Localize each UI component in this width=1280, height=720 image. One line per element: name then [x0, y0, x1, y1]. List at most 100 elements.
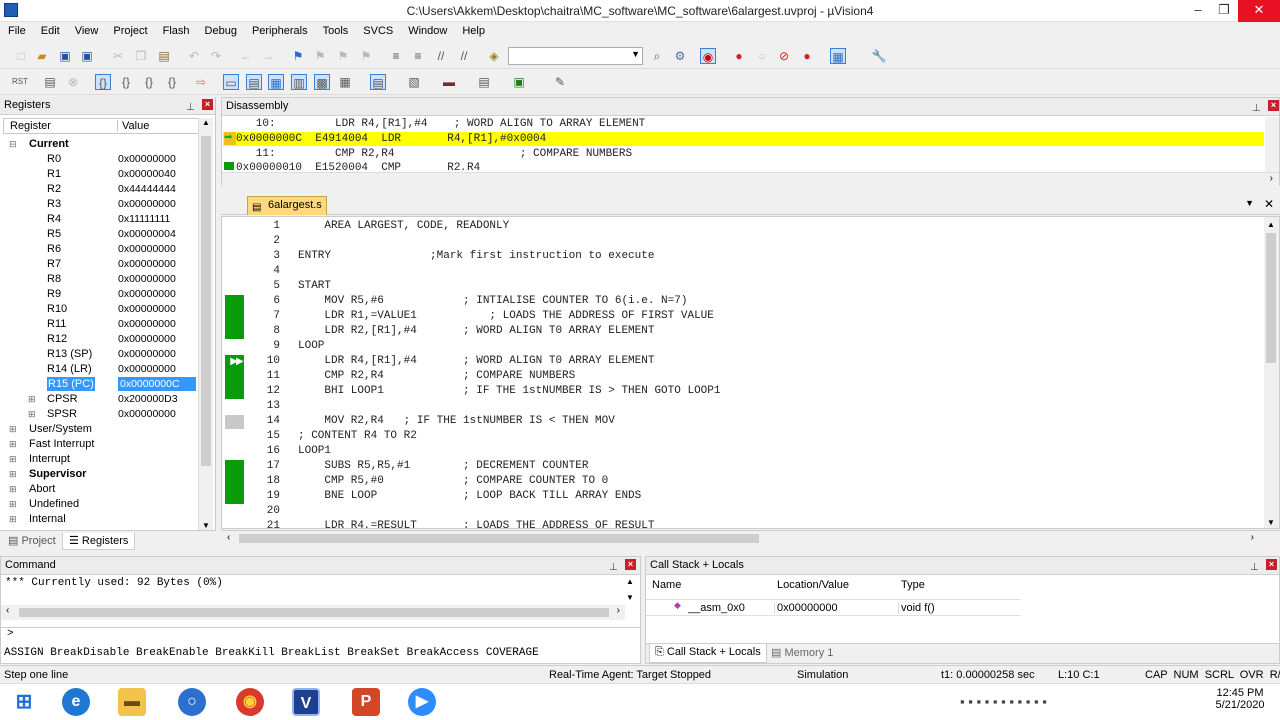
serial-window-icon[interactable]: ▧: [406, 74, 422, 90]
prev-bookmark-icon[interactable]: ⚑: [312, 48, 328, 64]
step-out-icon[interactable]: {}: [141, 74, 157, 90]
save-all-icon[interactable]: ▣: [79, 48, 95, 64]
register-value[interactable]: 0x00000000: [118, 272, 176, 286]
register-row[interactable]: R4 0x11111111: [0, 212, 200, 227]
tab-project[interactable]: ▤ Project: [2, 533, 62, 550]
code-line[interactable]: CMP R2,R4 ; COMPARE NUMBERS: [298, 370, 575, 382]
nav-back-icon[interactable]: ←: [238, 48, 254, 64]
scroll-right-icon[interactable]: ›: [1251, 532, 1254, 543]
code-line[interactable]: SUBS R5,R5,#1 ; DECREMENT COUNTER: [298, 460, 588, 472]
menu-window[interactable]: Window: [400, 22, 454, 37]
register-value[interactable]: 0x00000000: [118, 317, 176, 331]
trace-window-icon[interactable]: ▤: [476, 74, 492, 90]
scroll-left-icon[interactable]: ‹: [227, 532, 230, 543]
find-in-files-icon[interactable]: ◈: [486, 48, 502, 64]
location-column-header[interactable]: Location/Value: [777, 579, 849, 591]
type-column-header[interactable]: Type: [901, 579, 925, 591]
comment-icon[interactable]: //: [433, 48, 449, 64]
editor-hscroll[interactable]: ‹ ›: [221, 530, 1280, 546]
close-panel-icon[interactable]: ×: [625, 559, 636, 570]
register-row[interactable]: ⊞ SPSR 0x00000000: [0, 407, 200, 422]
system-viewer-icon[interactable]: ▣: [511, 74, 527, 90]
uncomment-icon[interactable]: //: [456, 48, 472, 64]
stop-icon[interactable]: ⊗: [65, 74, 81, 90]
find-combo[interactable]: ▼: [508, 47, 643, 65]
expand-icon[interactable]: ⊞: [9, 422, 17, 436]
scroll-thumb[interactable]: [239, 534, 759, 543]
scroll-up-icon[interactable]: ▲: [1267, 220, 1275, 229]
code-line[interactable]: ; CONTENT R4 TO R2: [298, 430, 417, 442]
scroll-down-icon[interactable]: ▼: [626, 593, 634, 602]
reset-icon[interactable]: RST: [12, 74, 28, 90]
disassembly-hscroll[interactable]: ›: [222, 172, 1279, 186]
register-value[interactable]: 0x00000000: [118, 407, 176, 421]
step-over-icon[interactable]: {}: [118, 74, 134, 90]
register-row[interactable]: R2 0x44444444: [0, 182, 200, 197]
scroll-up-icon[interactable]: ▲: [202, 118, 210, 127]
run-icon[interactable]: ▤: [42, 74, 58, 90]
clock[interactable]: 12:45 PM 5/21/2020: [1210, 687, 1270, 711]
find-icon[interactable]: ⌕: [649, 48, 665, 64]
tree-group[interactable]: ⊞ User/System: [0, 422, 200, 437]
copy-icon[interactable]: ❐: [133, 48, 149, 64]
scroll-left-icon[interactable]: ‹: [6, 605, 9, 616]
name-column-header[interactable]: Name: [652, 579, 681, 591]
uvision-taskbar-icon[interactable]: V: [292, 688, 320, 716]
scroll-thumb[interactable]: [1266, 233, 1276, 363]
command-window-icon[interactable]: ▭: [223, 74, 239, 90]
close-tab-icon[interactable]: ✕: [1264, 197, 1274, 211]
analysis-window-icon[interactable]: ▬: [441, 74, 457, 90]
register-value[interactable]: 0x00000040: [118, 167, 176, 181]
register-row[interactable]: R5 0x00000004: [0, 227, 200, 242]
system-tray-icons[interactable]: ▪ ▪ ▪ ▪ ▪ ▪ ▪ ▪ ▪ ▪ ▪: [960, 694, 1047, 709]
menu-svcs[interactable]: SVCS: [355, 22, 400, 37]
close-panel-icon[interactable]: ×: [1268, 100, 1279, 111]
register-row[interactable]: R8 0x00000000: [0, 272, 200, 287]
symbols-window-icon[interactable]: ▦: [268, 74, 284, 90]
code-line[interactable]: MOV R2,R4 ; IF THE 1stNUMBER IS < THEN M…: [298, 415, 614, 427]
register-value[interactable]: 0x200000D3: [118, 392, 178, 406]
register-value[interactable]: 0x00000000: [118, 197, 176, 211]
undo-icon[interactable]: ↶: [186, 48, 202, 64]
tab-memory-1[interactable]: ▤ Memory 1: [766, 644, 838, 663]
kill-breakpoints-icon[interactable]: ●: [799, 48, 815, 64]
toolbox-icon[interactable]: ✎: [552, 74, 568, 90]
code-line[interactable]: ENTRY ;Mark first instruction to execute: [298, 250, 654, 262]
disable-breakpoints-icon[interactable]: ⊘: [776, 48, 792, 64]
register-column-label[interactable]: Register: [10, 120, 51, 132]
code-line[interactable]: LDR R2,[R1],#4 ; WORD ALIGN T0 ARRAY ELE…: [298, 325, 654, 337]
register-value[interactable]: 0x11111111: [118, 212, 170, 226]
menu-file[interactable]: File: [0, 22, 33, 37]
expand-icon[interactable]: ⊞: [9, 482, 17, 496]
registers-scrollbar[interactable]: ▲ ▼: [198, 118, 213, 530]
enable-breakpoint-icon[interactable]: ○: [754, 48, 770, 64]
registers-window-icon[interactable]: ▥: [291, 74, 307, 90]
watch-window-icon[interactable]: ▦: [337, 74, 353, 90]
tab-registers[interactable]: ☰ Registers: [62, 533, 136, 550]
memory-window-icon[interactable]: ▤: [370, 74, 386, 90]
register-row[interactable]: R15 (PC) 0x0000000C: [0, 377, 200, 392]
tree-group[interactable]: ⊞ Undefined: [0, 497, 200, 512]
register-value[interactable]: 0x00000000: [118, 347, 176, 361]
bookmark-icon[interactable]: ⚑: [290, 48, 306, 64]
disassembly-line[interactable]: 0x00000010 E1520004 CMP R2,R4: [236, 162, 480, 170]
expand-icon[interactable]: ⊞: [9, 467, 17, 481]
cut-icon[interactable]: ✂: [110, 48, 126, 64]
command-input[interactable]: >: [1, 627, 640, 642]
debug-session-icon[interactable]: ◉: [700, 48, 716, 64]
register-value[interactable]: 0x00000000: [118, 362, 176, 376]
new-file-icon[interactable]: □: [13, 48, 29, 64]
tab-list-icon[interactable]: ▼: [1245, 198, 1254, 208]
tree-group[interactable]: ⊞ Abort: [0, 482, 200, 497]
tab-callstack-locals[interactable]: ⎘ Call Stack + Locals: [649, 644, 767, 663]
tree-group[interactable]: ⊞ Interrupt: [0, 452, 200, 467]
code-line[interactable]: LDR R1,=VALUE1 ; LOADS THE ADDRESS OF FI…: [298, 310, 713, 322]
collapse-icon[interactable]: ⊟: [9, 137, 17, 151]
tree-group[interactable]: ⊞ Supervisor: [0, 467, 200, 482]
register-value[interactable]: 0x00000000: [118, 257, 176, 271]
powerpoint-icon[interactable]: P: [352, 688, 380, 716]
tab-6alargest-s[interactable]: ▤ 6alargest.s: [247, 196, 327, 215]
register-value[interactable]: 0x44444444: [118, 182, 176, 196]
code-line[interactable]: START: [298, 280, 331, 292]
expand-icon[interactable]: ⊞: [28, 392, 36, 406]
